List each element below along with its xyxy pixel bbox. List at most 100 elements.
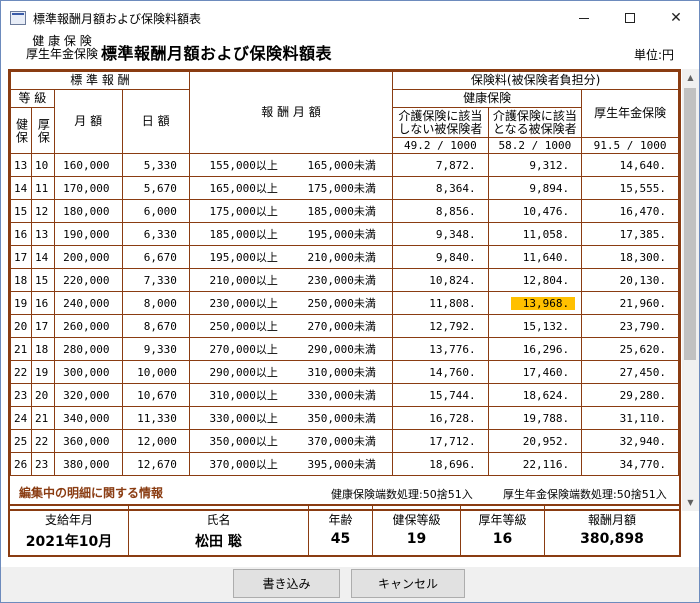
range-below-label: 未満 — [353, 366, 376, 379]
premium-no-care-cell: 8,364. — [392, 176, 489, 200]
table-row[interactable]: 23 20 320,000 10,670 310,000以上 330,000未満 15,74… — [10, 383, 679, 407]
premium-care-cell: 22,116. — [487, 452, 583, 476]
pension-grade-label: 厚年等級 — [478, 513, 527, 527]
table-row[interactable]: 22 19 300,000 10,000 290,000以上 310,000未満 14,76… — [10, 360, 679, 384]
range-high: 250,000 — [307, 297, 354, 310]
monthly-cell: 190,000 — [53, 222, 123, 246]
premium-care-value: 22,116. — [522, 457, 570, 471]
range-below-label: 未満 — [353, 458, 376, 471]
grade-health-cell: 19 — [10, 291, 32, 315]
grade-pension-header: 厚保 — [30, 107, 55, 154]
maximize-button[interactable] — [607, 1, 653, 35]
premium-care-cell: 16,296. — [487, 337, 583, 361]
range-cell: 310,000以上 330,000未満 — [188, 383, 394, 407]
health-insurance-header: 健康保険 — [392, 89, 583, 108]
table-row[interactable]: 14 11 170,000 5,670 165,000以上 175,000未満 8,364.… — [10, 176, 679, 200]
premium-care-value: 13,968. — [510, 296, 576, 310]
daily-cell: 5,330 — [121, 153, 190, 177]
monthly-remuneration-value: 380,898 — [580, 531, 644, 547]
monthly-cell: 220,000 — [53, 268, 123, 292]
vertical-scrollbar[interactable]: ▲ ▼ — [682, 69, 699, 511]
premium-header: 保険料(被保険者負担分) — [392, 71, 679, 90]
table-row[interactable]: 17 14 200,000 6,670 195,000以上 210,000未満 9,840.… — [10, 245, 679, 269]
minimize-button[interactable] — [561, 1, 607, 35]
grade-pension-cell: 12 — [30, 199, 55, 223]
maximize-icon — [625, 13, 635, 23]
range-cell: 270,000以上 290,000未満 — [188, 337, 394, 361]
table-row[interactable]: 21 18 280,000 9,330 270,000以上 290,000未満 13,776… — [10, 337, 679, 361]
dialog-window: 標準報酬月額および保険料額表 ✕ 健 康 保 険 厚生年金保険 標準報酬月額およ… — [0, 0, 700, 603]
grade-pension-cell: 16 — [30, 291, 55, 315]
premium-no-care-cell: 10,824. — [392, 268, 489, 292]
range-below-label: 未満 — [353, 435, 376, 448]
premium-care-cell: 9,894. — [487, 176, 583, 200]
range-low: 370,000 — [209, 458, 256, 471]
age-label: 年齢 — [328, 513, 353, 527]
table-row[interactable]: 13 10 160,000 5,330 155,000以上 165,000未満 7,872.… — [10, 153, 679, 177]
write-button[interactable]: 書き込み — [233, 569, 340, 598]
range-low: 230,000 — [209, 297, 256, 310]
range-cell: 230,000以上 250,000未満 — [188, 291, 394, 315]
range-above-label: 以上 — [255, 320, 278, 333]
health-care-line2: となる被保険者 — [493, 121, 577, 136]
table-row[interactable]: 25 22 360,000 12,000 350,000以上 370,000未満 17,71… — [10, 429, 679, 453]
daily-cell: 12,670 — [121, 452, 190, 476]
premium-pension-cell: 34,770. — [581, 452, 679, 476]
scroll-down-icon[interactable]: ▼ — [682, 494, 699, 511]
premium-no-care-cell: 18,696. — [392, 452, 489, 476]
grade-pension-cell: 15 — [30, 268, 55, 292]
range-cell: 330,000以上 350,000未満 — [188, 406, 394, 430]
table-row[interactable]: 24 21 340,000 11,330 330,000以上 350,000未満 16,72… — [10, 406, 679, 430]
premium-pension-cell: 25,620. — [581, 337, 679, 361]
range-high: 185,000 — [307, 205, 354, 218]
range-above-label: 以上 — [255, 274, 278, 287]
range-above-label: 以上 — [255, 343, 278, 356]
range-high: 395,000 — [307, 458, 354, 471]
table-row[interactable]: 19 16 240,000 8,000 230,000以上 250,000未満 11,808… — [10, 291, 679, 315]
rate-table-frame[interactable]: 標 準 報 酬 報 酬 月 額 保険料(被保険者負担分) 等 級 月 額 日 額… — [8, 69, 681, 511]
daily-cell: 10,000 — [121, 360, 190, 384]
range-high: 370,000 — [307, 435, 354, 448]
title-bar[interactable]: 標準報酬月額および保険料額表 ✕ — [1, 1, 699, 35]
premium-care-cell: 13,968. — [487, 291, 583, 315]
table-row[interactable]: 20 17 260,000 8,670 250,000以上 270,000未満 12,792… — [10, 314, 679, 338]
table-row[interactable]: 16 13 190,000 6,330 185,000以上 195,000未満 9,348.… — [10, 222, 679, 246]
name-cell: 氏名 松田 聡 — [129, 506, 309, 555]
grade-pension-cell: 20 — [30, 383, 55, 407]
range-below-label: 未満 — [353, 389, 376, 402]
range-cell: 210,000以上 230,000未満 — [188, 268, 394, 292]
health-no-care-header: 介護保険に該当 しない被保険者 — [392, 107, 489, 138]
grade-pension-cell: 22 — [30, 429, 55, 453]
health-grade-value: 19 — [406, 531, 427, 547]
grade-pension-cell: 17 — [30, 314, 55, 338]
scroll-up-icon[interactable]: ▲ — [682, 69, 699, 86]
table-row[interactable]: 15 12 180,000 6,000 175,000以上 185,000未満 8,856.… — [10, 199, 679, 223]
table-row[interactable]: 18 15 220,000 7,330 210,000以上 230,000未満 10,824… — [10, 268, 679, 292]
table-row[interactable]: 26 23 380,000 12,670 370,000以上 395,000未満 18,69… — [10, 452, 679, 476]
premium-care-cell: 18,624. — [487, 383, 583, 407]
premium-care-cell: 12,804. — [487, 268, 583, 292]
grade-health-cell: 25 — [10, 429, 32, 453]
pension-header: 厚生年金保険 — [581, 89, 679, 138]
detail-panel: 支給年月 2021年10月 氏名 松田 聡 年齢 45 健保等級 19 厚年等級… — [8, 504, 681, 557]
unit-label: 単位:円 — [634, 48, 675, 62]
monthly-cell: 300,000 — [53, 360, 123, 384]
pay-month-value: 2021年10月 — [25, 534, 113, 550]
scrollbar-thumb[interactable] — [684, 88, 696, 360]
premium-pension-cell: 15,555. — [581, 176, 679, 200]
premium-care-value: 9,312. — [529, 158, 570, 172]
close-button[interactable]: ✕ — [653, 1, 699, 35]
daily-cell: 8,670 — [121, 314, 190, 338]
grade-health-cell: 22 — [10, 360, 32, 384]
grade-health-cell: 14 — [10, 176, 32, 200]
range-low: 270,000 — [209, 343, 256, 356]
premium-no-care-cell: 8,856. — [392, 199, 489, 223]
premium-no-care-cell: 16,728. — [392, 406, 489, 430]
editing-detail-title: 編集中の明細に関する情報 — [19, 486, 164, 500]
range-above-label: 以上 — [255, 297, 278, 310]
cancel-button[interactable]: キャンセル — [351, 569, 465, 598]
daily-cell: 7,330 — [121, 268, 190, 292]
premium-care-cell: 9,312. — [487, 153, 583, 177]
grade-pension-cell: 18 — [30, 337, 55, 361]
monthly-cell: 360,000 — [53, 429, 123, 453]
